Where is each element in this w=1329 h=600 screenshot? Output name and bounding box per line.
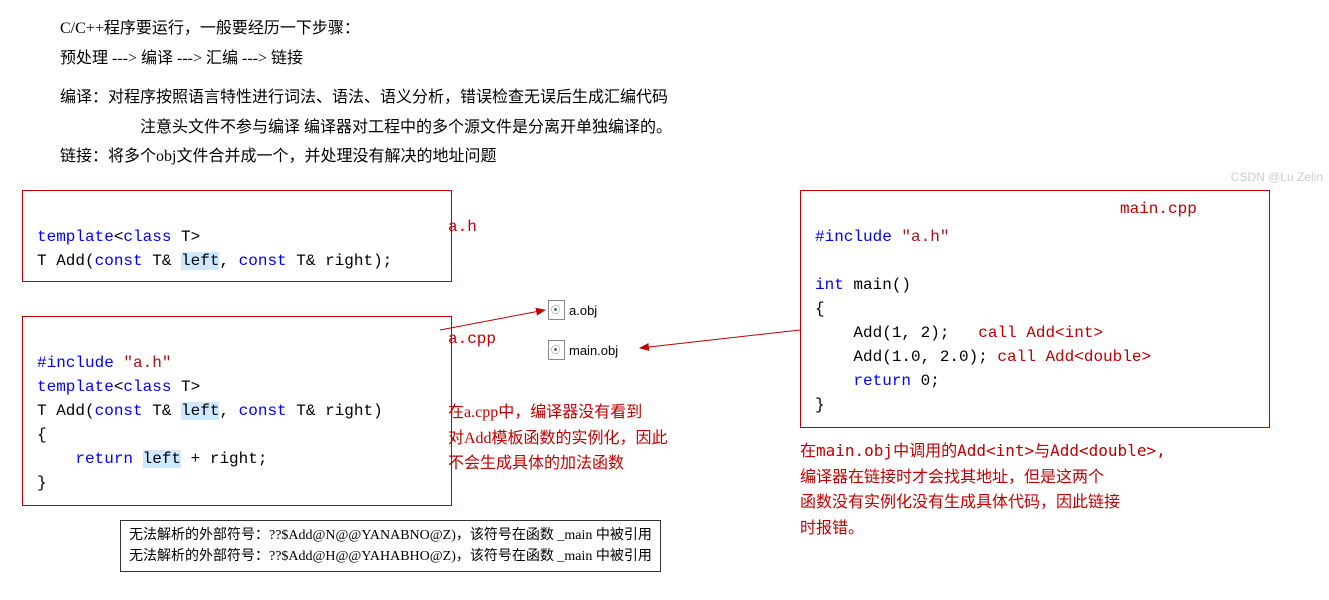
link-error-box: 无法解析的外部符号：??$Add@N@@YANABNO@Z)，该符号在函数 _m…	[120, 520, 661, 572]
intro-text: C/C++程序要运行，一般要经历一下步骤： 预处理 ---> 编译 ---> 汇…	[20, 16, 1309, 170]
file-icon	[548, 300, 565, 320]
note-main: 在main.obj中调用的Add<int>与Add<double>, 编译器在链…	[800, 438, 1166, 540]
label-maincpp: main.cpp	[1120, 200, 1197, 218]
intro-line-4: 注意头文件不参与编译 编译器对工程中的多个源文件是分离开单独编译的。	[60, 115, 1309, 141]
label-ah: a.h	[448, 218, 477, 236]
intro-line-5: 链接：将多个obj文件合并成一个，并处理没有解决的地址问题	[60, 144, 1309, 170]
code-box-main: #include "a.h" int main() { Add(1, 2); c…	[800, 190, 1270, 428]
note-acpp: 在a.cpp中，编译器没有看到 对Add模板函数的实例化，因此 不会生成具体的加…	[448, 400, 668, 477]
code-box-acpp: #include "a.h" template<class T> T Add(c…	[22, 316, 452, 506]
label-acpp: a.cpp	[448, 330, 496, 348]
file-icon	[548, 340, 565, 360]
intro-line-3: 编译：对程序按照语言特性进行词法、语法、语义分析，错误检查无误后生成汇编代码	[60, 85, 1309, 111]
file-mainobj: main.obj	[548, 340, 618, 360]
file-aobj: a.obj	[548, 300, 597, 320]
watermark: CSDN @Lu Zelin	[1231, 170, 1323, 184]
intro-line-1: C/C++程序要运行，一般要经历一下步骤：	[60, 16, 1309, 42]
intro-line-2: 预处理 ---> 编译 ---> 汇编 ---> 链接	[60, 46, 1309, 72]
code-box-ah: template<class T> T Add(const T& left, c…	[22, 190, 452, 282]
